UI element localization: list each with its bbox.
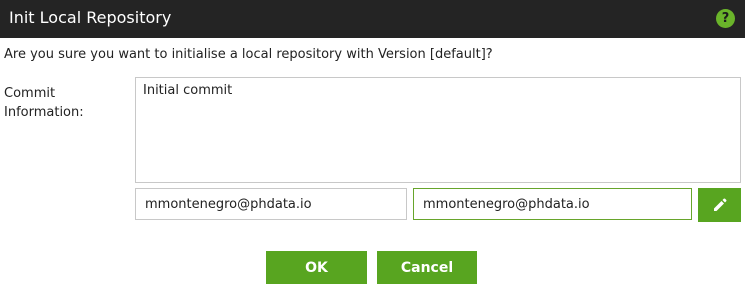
pencil-icon xyxy=(713,198,726,211)
dialog-title: Init Local Repository xyxy=(9,8,172,27)
question-mark-icon[interactable]: ? xyxy=(716,9,735,28)
edit-button[interactable] xyxy=(698,188,741,222)
committer-email-input[interactable] xyxy=(413,188,692,220)
author-email-input[interactable] xyxy=(135,188,407,220)
commit-message-input[interactable]: Initial commit xyxy=(135,77,741,183)
confirmation-question: Are you sure you want to initialise a lo… xyxy=(4,47,493,62)
cancel-button[interactable]: Cancel xyxy=(377,251,477,284)
ok-button[interactable]: OK xyxy=(266,251,367,284)
dialog-titlebar: Init Local Repository ? xyxy=(0,0,745,38)
commit-information-label: Commit Information: xyxy=(4,86,84,120)
